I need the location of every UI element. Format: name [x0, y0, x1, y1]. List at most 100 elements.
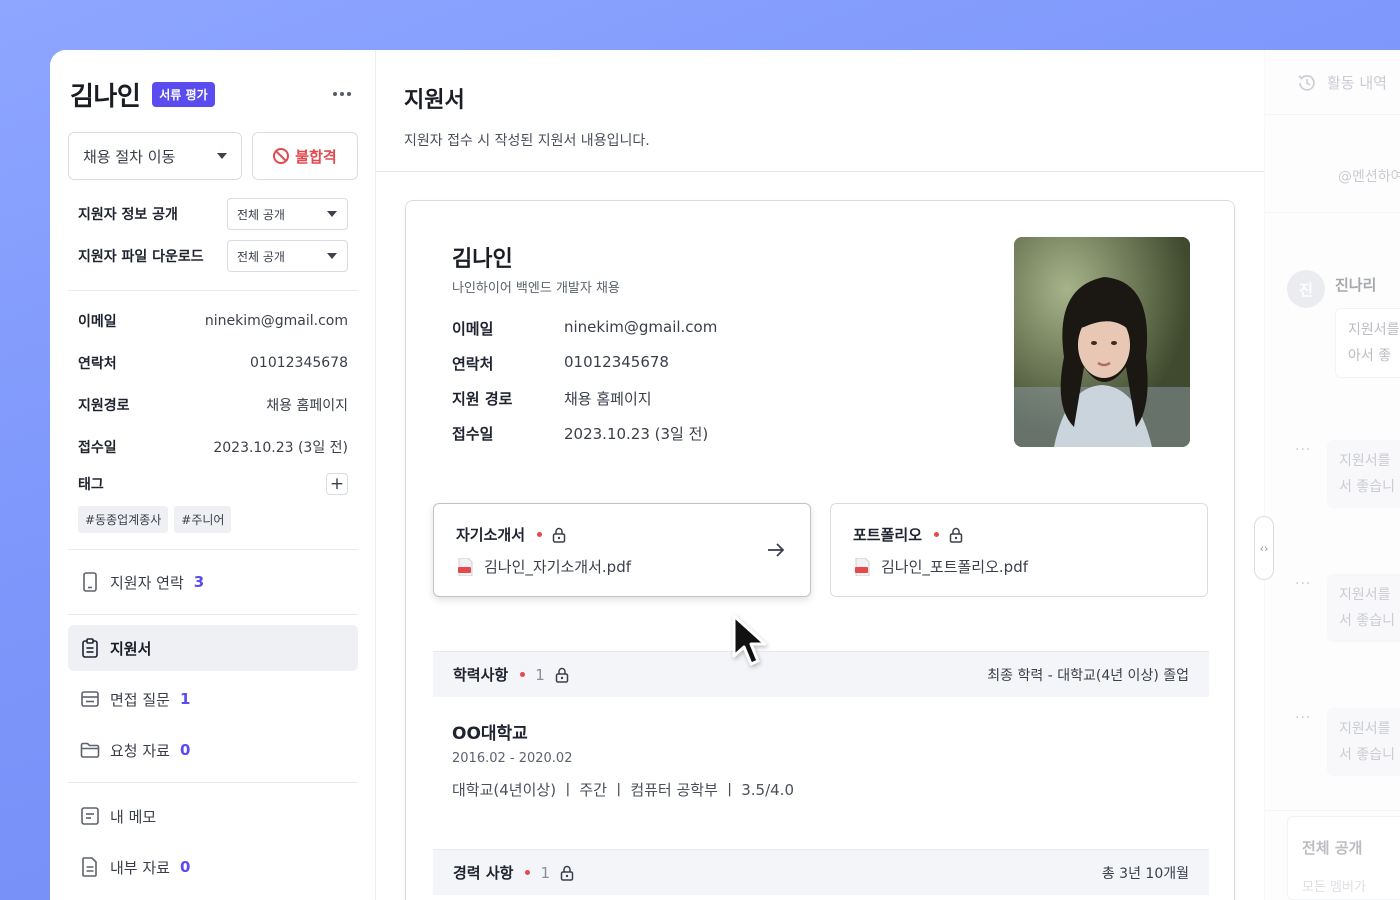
tag[interactable]: #동종업계종사	[78, 506, 169, 533]
file-link[interactable]: 김나인_포트폴리오.pdf	[855, 556, 1028, 577]
file-download-row: 지원자 파일 다운로드 전체 공개	[78, 240, 348, 272]
comment-line: 서 좋습니	[1339, 747, 1395, 763]
stage-badge: 서류 평가	[152, 81, 215, 107]
field-key: 연락처	[452, 355, 494, 373]
nav-internal-files[interactable]: 내부 자료 0	[68, 844, 358, 890]
nav-count: 3	[193, 573, 205, 591]
comment-line: 지원서를	[1348, 322, 1400, 338]
move-stage-dropdown[interactable]: 채용 절차 이동	[68, 132, 242, 180]
education-detail: 대학교(4년이상) ㅣ 주간 ㅣ 컴퓨터 공학부 ㅣ 3.5/4.0	[452, 781, 794, 799]
mention-input[interactable]: @멘션하여	[1338, 166, 1400, 186]
comment-line: 지원서를	[1339, 587, 1391, 603]
nav-count: 0	[179, 858, 191, 876]
nav-application[interactable]: 지원서	[68, 625, 358, 671]
career-section-header: 경력 사항 1 총 3년 10개월	[433, 849, 1209, 895]
tag-list: #동종업계종사 #주니어	[78, 506, 232, 533]
info-email: 이메일 ninekim@gmail.com	[78, 311, 348, 331]
section-count: 1	[535, 665, 545, 684]
comment-line: 서 좋습니	[1339, 613, 1395, 629]
nav-label: 요청 자료	[110, 741, 170, 760]
file-card-title: 포트폴리오	[853, 524, 963, 545]
file-name: 김나인_포트폴리오.pdf	[881, 558, 1028, 576]
pdf-icon	[458, 557, 474, 576]
applicant-name: 김나인	[452, 247, 513, 272]
page-header: 지원서 지원자 접수 시 작성된 지원서 내용입니다.	[404, 82, 650, 150]
info-value: 01012345678	[250, 355, 348, 371]
education-section-header: 학력사항 1 최종 학력 - 대학교(4년 이상) 졸업	[433, 651, 1209, 697]
lock-icon	[949, 527, 963, 543]
lock-icon	[552, 527, 566, 543]
activity-header[interactable]: 활동 내역	[1297, 72, 1387, 93]
nav-contact[interactable]: 지원자 연락 3	[68, 559, 358, 605]
more-options-icon[interactable]: ···	[1295, 710, 1311, 726]
activity-label: 활동 내역	[1327, 74, 1387, 92]
field-key: 접수일	[452, 425, 494, 443]
file-download-select[interactable]: 전체 공개	[227, 240, 348, 272]
avatar: 진	[1287, 270, 1325, 308]
chevron-down-icon	[327, 253, 337, 259]
file-title: 자기소개서	[456, 526, 526, 544]
info-value: 2023.10.23 (3일 전)	[213, 440, 348, 456]
section-summary: 총 3년 10개월	[1101, 865, 1189, 882]
school-name: OO대학교	[452, 724, 528, 744]
history-icon	[1297, 73, 1317, 93]
divider	[68, 614, 358, 615]
add-tag-button[interactable]: +	[326, 473, 348, 495]
arrow-right-icon[interactable]	[766, 540, 786, 560]
code-brackets-icon: ‹›	[1259, 541, 1269, 555]
required-dot	[525, 870, 531, 875]
divider	[1265, 810, 1400, 811]
application-document: 김나인 나인하이어 백엔드 개발자 채용 이메일 ninekim@gmail.c…	[405, 200, 1235, 900]
more-options-icon[interactable]: ···	[1295, 442, 1311, 458]
comment-line: 지원서를	[1339, 721, 1391, 737]
nav-requested-files[interactable]: 요청 자료 0	[68, 727, 358, 773]
application-main: 지원서 지원자 접수 시 작성된 지원서 내용입니다. 김나인 나인하이어 백엔…	[376, 50, 1264, 900]
required-dot	[537, 532, 543, 537]
clipboard-icon	[80, 638, 100, 658]
info-key: 연락처	[78, 356, 117, 372]
nav-label: 면접 질문	[110, 690, 170, 709]
visibility-box[interactable]: 전체 공개 모든 멤버가	[1287, 816, 1400, 900]
info-visibility-row: 지원자 정보 공개 전체 공개	[78, 198, 348, 230]
reject-button[interactable]: 불합격	[252, 132, 358, 180]
panel-collapse-handle[interactable]: ‹›	[1254, 516, 1274, 580]
tags-label: 태그	[78, 477, 104, 493]
nav-label: 내 메모	[110, 807, 157, 826]
section-title: 학력사항	[453, 666, 509, 684]
nav-count: 0	[179, 741, 191, 759]
divider	[1265, 114, 1400, 115]
comment-bubble: 지원서를 서 좋습니	[1327, 440, 1400, 508]
info-date: 접수일 2023.10.23 (3일 전)	[78, 437, 348, 457]
nav-count: 1	[179, 690, 191, 708]
chevron-down-icon	[327, 211, 337, 217]
pdf-icon	[855, 557, 871, 576]
divider	[376, 171, 1264, 172]
comment-line: 지원서를	[1339, 453, 1391, 469]
field-value: ninekim@gmail.com	[564, 318, 718, 336]
option-value: 전체 공개	[237, 207, 285, 222]
cover-letter-card[interactable]: 자기소개서 김나인_자기소개서.pdf	[433, 503, 811, 597]
info-value: 채용 홈페이지	[266, 398, 348, 414]
lock-icon	[555, 667, 569, 683]
phone-icon	[80, 572, 100, 592]
move-stage-label: 채용 절차 이동	[83, 147, 176, 166]
ban-icon	[273, 148, 290, 164]
more-options-icon[interactable]: ···	[1295, 576, 1311, 592]
candidate-header: 김나인 서류 평가	[70, 76, 355, 112]
option-label: 지원자 정보 공개	[78, 207, 178, 223]
nav-my-memo[interactable]: 내 메모	[68, 793, 358, 839]
candidate-sidebar: 김나인 서류 평가 채용 절차 이동 불합격 지원자 정보 공개 전체 공개 지…	[50, 50, 376, 900]
portfolio-card[interactable]: 포트폴리오 김나인_포트폴리오.pdf	[830, 503, 1208, 597]
comment-line: 서 좋습니	[1339, 479, 1395, 495]
file-link[interactable]: 김나인_자기소개서.pdf	[458, 556, 631, 577]
nav-interview-questions[interactable]: 면접 질문 1	[68, 676, 358, 722]
option-label: 지원자 파일 다운로드	[78, 249, 204, 265]
school-period: 2016.02 - 2020.02	[452, 751, 573, 766]
nav-label: 지원서	[110, 639, 152, 658]
comment-bubble: 지원서를 서 좋습니	[1327, 574, 1400, 642]
info-visibility-select[interactable]: 전체 공개	[227, 198, 348, 230]
chevron-down-icon	[217, 153, 227, 159]
info-source: 지원경로 채용 홈페이지	[78, 395, 348, 415]
tag[interactable]: #주니어	[174, 506, 232, 533]
more-options-icon[interactable]	[329, 82, 355, 106]
